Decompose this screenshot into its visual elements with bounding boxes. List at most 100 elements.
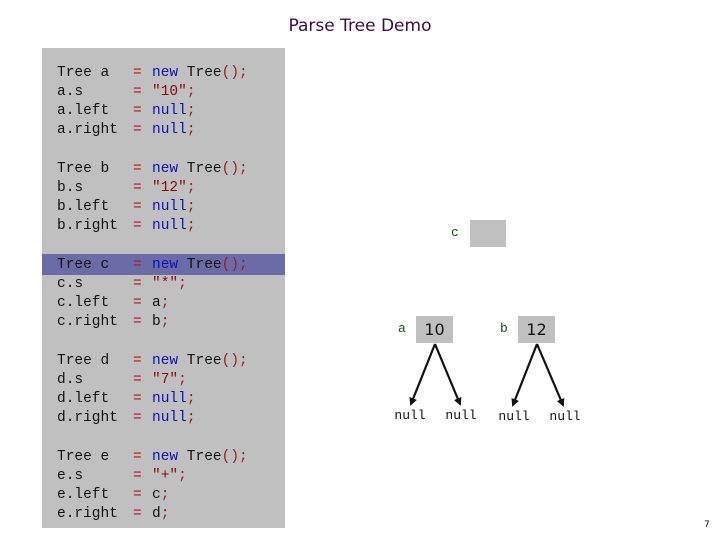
code-token: new	[152, 353, 179, 369]
node-c-label: c	[451, 225, 459, 240]
code-token: ;	[186, 410, 196, 426]
code-line: d.s = "7";	[57, 371, 187, 390]
code-token: ;	[186, 180, 196, 196]
code-token: b	[152, 314, 161, 330]
code-lhs: e.left	[57, 487, 110, 503]
code-token: ;	[160, 295, 170, 311]
code-lhs: a.left	[57, 103, 110, 119]
code-equals: =	[133, 122, 142, 138]
code-token: ;	[160, 487, 170, 503]
code-line: e.right = d;	[57, 505, 169, 524]
code-token: null	[152, 103, 187, 119]
node-b-box: 12	[518, 316, 555, 343]
code-lhs: Tree d	[57, 353, 110, 369]
code-equals: =	[133, 487, 142, 503]
code-token: d	[152, 506, 161, 522]
slide-title: Parse Tree Demo	[288, 16, 432, 36]
code-lhs: b.right	[57, 218, 118, 234]
code-lhs: Tree c	[57, 257, 110, 273]
code-equals: =	[133, 391, 142, 407]
code-lhs: d.s	[57, 372, 84, 388]
code-token: Tree	[178, 353, 222, 369]
code-lhs: c.s	[57, 276, 84, 292]
code-token: ;	[239, 161, 248, 177]
code-equals: =	[133, 506, 142, 522]
null-label-b-right: null	[549, 409, 581, 424]
code-equals: =	[133, 84, 142, 100]
code-equals: =	[133, 449, 142, 465]
code-line: c.right = b;	[57, 313, 169, 332]
page-number: 7	[704, 520, 710, 530]
code-line: Tree e = new Tree();	[57, 448, 248, 467]
code-token: "12"	[152, 180, 187, 196]
code-token: new	[152, 65, 179, 81]
code-equals: =	[133, 314, 142, 330]
arrow-a-left	[409, 343, 437, 406]
code-token: ;	[186, 199, 196, 215]
code-line: a.right = null;	[57, 121, 196, 140]
code-lhs: e.right	[57, 506, 118, 522]
code-token: ;	[186, 218, 196, 234]
code-line: Tree c = new Tree();	[57, 256, 248, 275]
code-token: Tree	[178, 65, 222, 81]
code-equals: =	[133, 353, 142, 369]
code-line: e.s = "+";	[57, 467, 187, 486]
code-lhs: a.right	[57, 122, 118, 138]
code-token: null	[152, 199, 187, 215]
code-token: ;	[239, 449, 248, 465]
code-token: null	[152, 410, 187, 426]
code-token: new	[152, 449, 179, 465]
node-a-box: 10	[416, 316, 453, 343]
code-line: e.left = c;	[57, 486, 169, 505]
code-token: ;	[186, 103, 196, 119]
code-equals: =	[133, 257, 142, 273]
code-lhs: Tree a	[57, 65, 110, 81]
code-lhs: Tree b	[57, 161, 110, 177]
null-label-b-left: null	[498, 409, 530, 424]
code-equals: =	[133, 295, 142, 311]
code-equals: =	[133, 372, 142, 388]
code-equals: =	[133, 218, 142, 234]
code-lhs: d.right	[57, 410, 118, 426]
code-equals: =	[133, 103, 142, 119]
code-token: ;	[239, 65, 248, 81]
node-b-label: b	[500, 321, 508, 336]
arrow-a-right	[433, 343, 462, 406]
code-token: null	[152, 122, 187, 138]
code-equals: =	[133, 410, 142, 426]
code-lhs: c.left	[57, 295, 110, 311]
code-token: ;	[186, 84, 196, 100]
code-lhs: b.left	[57, 199, 110, 215]
code-line: a.left = null;	[57, 102, 196, 121]
code-lhs: a.s	[57, 84, 84, 100]
code-token: "7"	[152, 372, 179, 388]
null-label-a-right: null	[445, 408, 477, 423]
code-equals: =	[133, 468, 142, 484]
code-token: "+"	[152, 468, 179, 484]
null-label-a-left: null	[394, 408, 426, 423]
code-lhs: Tree e	[57, 449, 110, 465]
code-line: Tree b = new Tree();	[57, 160, 248, 179]
code-token: null	[152, 218, 187, 234]
arrow-b-left	[511, 343, 539, 407]
code-line: d.left = null;	[57, 390, 196, 409]
node-c-box	[470, 220, 506, 247]
code-token: ;	[178, 468, 187, 484]
code-token: ;	[160, 314, 170, 330]
code-line: c.left = a;	[57, 294, 169, 313]
code-equals: =	[133, 161, 142, 177]
code-line: b.s = "12";	[57, 179, 196, 198]
code-token: ()	[221, 65, 240, 81]
code-token: a	[152, 295, 161, 311]
code-token: new	[152, 257, 179, 273]
code-equals: =	[133, 276, 142, 292]
code-line: d.right = null;	[57, 409, 196, 428]
arrow-b-right	[535, 343, 565, 407]
code-token: ;	[178, 372, 187, 388]
code-lhs: e.s	[57, 468, 84, 484]
code-token: "10"	[152, 84, 187, 100]
code-token: null	[152, 391, 187, 407]
code-token: ;	[239, 353, 248, 369]
code-lhs: d.left	[57, 391, 110, 407]
code-line: a.s = "10";	[57, 83, 196, 102]
